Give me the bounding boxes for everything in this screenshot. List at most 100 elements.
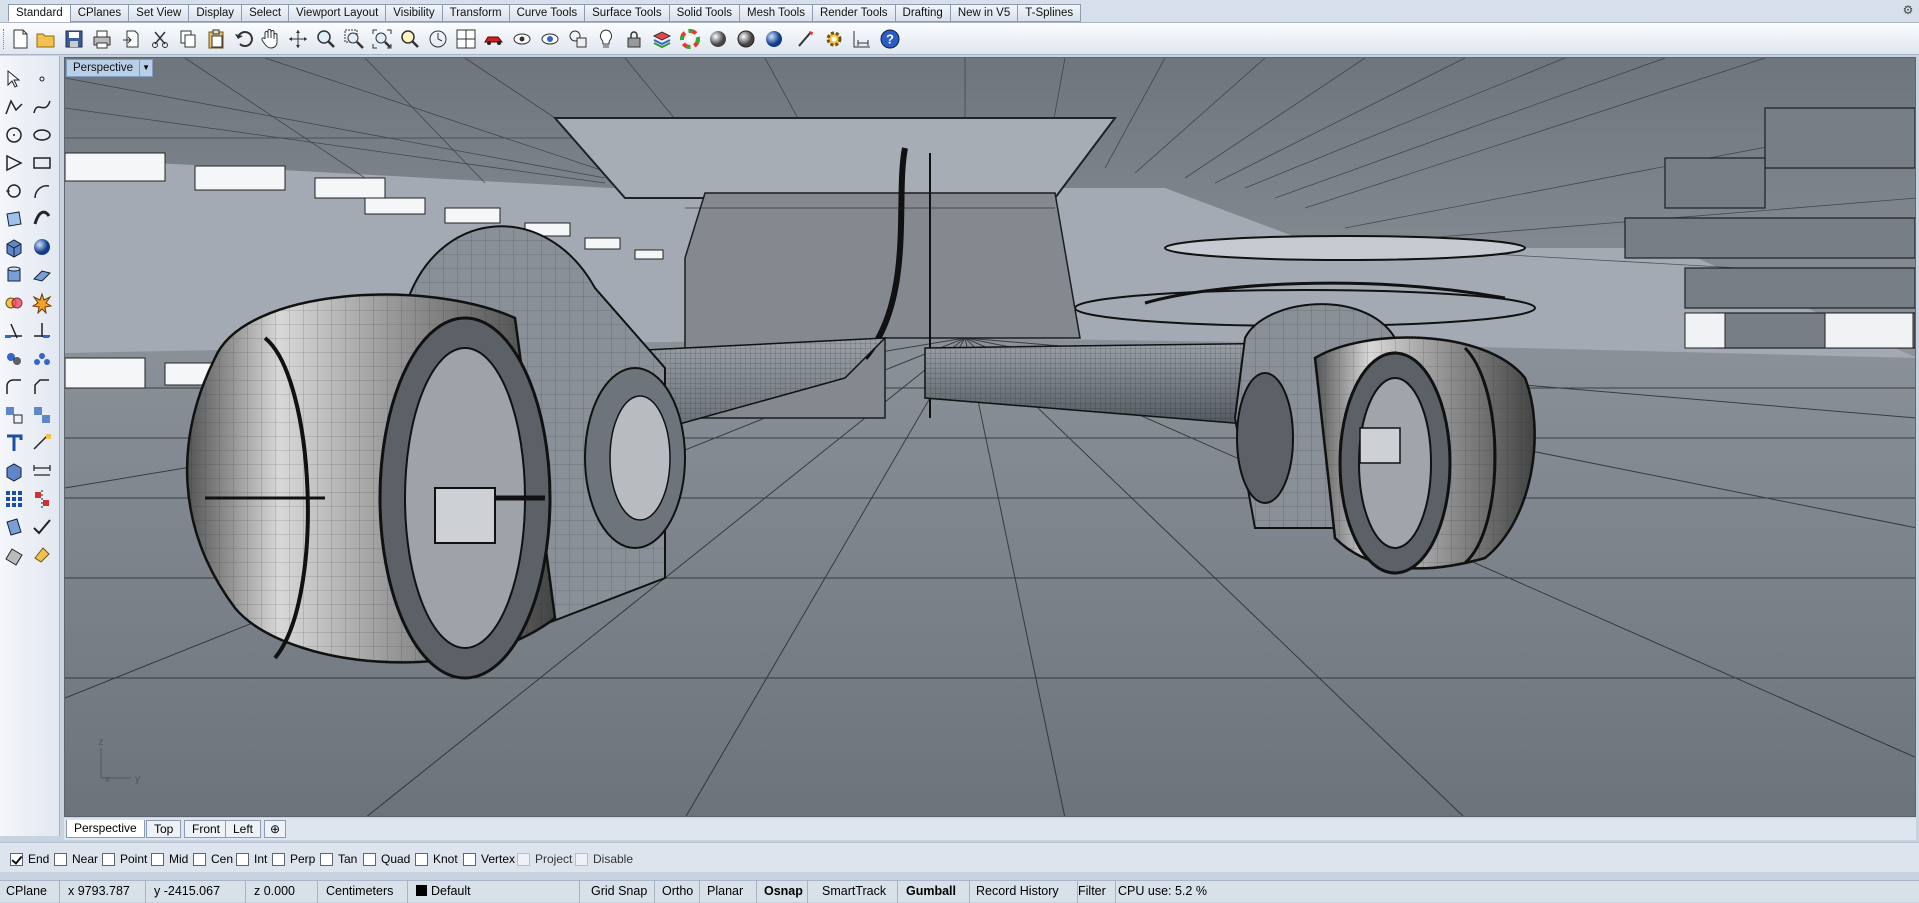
osnap-checkbox[interactable] [463, 852, 476, 866]
tab-t-splines[interactable]: T-Splines [1017, 4, 1082, 22]
undo-icon[interactable] [232, 27, 256, 51]
car-icon[interactable] [482, 27, 506, 51]
toolbar-grip[interactable] [3, 29, 6, 49]
tab-perspective[interactable]: Perspective [66, 820, 145, 838]
chamfer-icon[interactable] [30, 375, 54, 399]
osnap-vertex[interactable]: Vertex [463, 851, 515, 867]
viewport-title-label[interactable]: Perspective [66, 59, 141, 77]
osnap-cen[interactable]: Cen [193, 851, 233, 867]
osnap-checkbox[interactable] [363, 852, 376, 866]
polygon-icon[interactable] [2, 151, 26, 175]
new-file-icon[interactable] [8, 27, 32, 51]
osnap-mid[interactable]: Mid [151, 851, 188, 867]
osnap-checkbox[interactable] [102, 852, 115, 866]
properties-icon[interactable] [566, 27, 590, 51]
pan-hand-icon[interactable] [258, 27, 282, 51]
ellipse-icon[interactable] [30, 123, 54, 147]
tab-select[interactable]: Select [241, 4, 289, 22]
tab-render-tools[interactable]: Render Tools [811, 4, 895, 22]
tab-mesh-tools[interactable]: Mesh Tools [739, 4, 812, 22]
zoom-window-icon[interactable] [342, 27, 366, 51]
sphere-icon[interactable] [30, 235, 54, 259]
tab-curve-tools[interactable]: Curve Tools [508, 4, 585, 22]
rendered-sphere-icon[interactable] [734, 27, 758, 51]
explode-icon[interactable] [30, 291, 54, 315]
osnap-perp[interactable]: Perp [272, 851, 315, 867]
tab-cplanes[interactable]: CPlanes [69, 4, 129, 22]
surface-from-points-icon[interactable] [2, 207, 26, 231]
circle-icon[interactable] [2, 123, 26, 147]
render-icon[interactable] [762, 27, 786, 51]
mirror-icon[interactable] [30, 487, 54, 511]
filter-toggle[interactable]: Filter [1072, 881, 1116, 903]
tab-drafting[interactable]: Drafting [894, 4, 950, 22]
tab-display[interactable]: Display [188, 4, 242, 22]
record-history-toggle[interactable]: Record History [970, 881, 1078, 903]
paste-icon[interactable] [204, 27, 228, 51]
loft-icon[interactable] [30, 207, 54, 231]
import-icon[interactable] [120, 27, 144, 51]
osnap-checkbox[interactable] [236, 852, 249, 866]
osnap-checkbox[interactable] [517, 852, 530, 866]
save-icon[interactable] [62, 27, 86, 51]
tab-new-in-v5[interactable]: New in V5 [949, 4, 1018, 22]
copy-object-icon[interactable] [30, 403, 54, 427]
trim-icon[interactable] [2, 319, 26, 343]
print-icon[interactable] [90, 27, 114, 51]
curve-icon[interactable] [30, 95, 54, 119]
planar-toggle[interactable]: Planar [701, 881, 757, 903]
zoom-extents-icon[interactable] [370, 27, 394, 51]
tab-transform[interactable]: Transform [441, 4, 509, 22]
block-icon[interactable] [30, 347, 54, 371]
smarttrack-toggle[interactable]: SmartTrack [816, 881, 898, 903]
zoom-icon[interactable] [314, 27, 338, 51]
render-tools-icon[interactable] [2, 543, 26, 567]
tab-surface-tools[interactable]: Surface Tools [584, 4, 669, 22]
edit-points-icon[interactable] [30, 431, 54, 455]
scale-icon[interactable] [2, 459, 26, 483]
polyline-icon[interactable] [2, 95, 26, 119]
perspective-viewport[interactable]: z x y Perspective ▼ [64, 57, 1916, 817]
tab-top[interactable]: Top [146, 820, 182, 838]
gumball-toggle[interactable]: Gumball [900, 881, 970, 903]
dimension-tool-icon[interactable] [30, 459, 54, 483]
extrude-icon[interactable] [30, 263, 54, 287]
tab-left[interactable]: Left [225, 820, 262, 838]
color-wheel-icon[interactable] [678, 27, 702, 51]
ortho-toggle[interactable]: Ortho [656, 881, 700, 903]
osnap-knot[interactable]: Knot [415, 851, 458, 867]
tab-front[interactable]: Front [184, 820, 229, 838]
tab-viewport-layout[interactable]: Viewport Layout [288, 4, 386, 22]
osnap-checkbox[interactable] [415, 852, 428, 866]
osnap-point[interactable]: Point [102, 851, 147, 867]
cut-icon[interactable] [148, 27, 172, 51]
fillet-icon[interactable] [2, 375, 26, 399]
tab-set-view[interactable]: Set View [128, 4, 189, 22]
arc-icon[interactable] [2, 179, 26, 203]
arc-3pt-icon[interactable] [30, 179, 54, 203]
osnap-end[interactable]: End [10, 851, 49, 867]
analyze-icon[interactable] [2, 515, 26, 539]
light-bulb-icon[interactable] [594, 27, 618, 51]
osnap-disable[interactable]: Disable [575, 851, 633, 867]
zoom-selected-icon[interactable] [398, 27, 422, 51]
copy-icon[interactable] [176, 27, 200, 51]
options-gear-icon[interactable] [822, 27, 846, 51]
chevron-down-icon[interactable]: ▼ [140, 59, 154, 77]
osnap-checkbox[interactable] [151, 852, 164, 866]
split-icon[interactable] [30, 319, 54, 343]
osnap-checkbox[interactable] [320, 852, 333, 866]
osnap-quad[interactable]: Quad [363, 851, 410, 867]
cylinder-icon[interactable] [2, 263, 26, 287]
select-arrow-icon[interactable] [2, 67, 26, 91]
dimension-icon[interactable] [850, 27, 874, 51]
osnap-checkbox[interactable] [272, 852, 285, 866]
status-cplane[interactable]: CPlane [0, 881, 60, 903]
point-icon[interactable] [30, 67, 54, 91]
paint-icon[interactable] [30, 543, 54, 567]
lock-icon[interactable] [622, 27, 646, 51]
group-icon[interactable] [2, 347, 26, 371]
tab-visibility[interactable]: Visibility [385, 4, 442, 22]
osnap-toggle[interactable]: Osnap [758, 881, 808, 903]
box-icon[interactable] [2, 235, 26, 259]
